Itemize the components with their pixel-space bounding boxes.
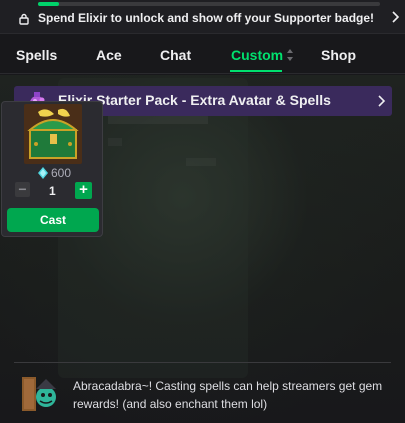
background-decoration [108, 138, 122, 146]
active-tab-indicator [230, 70, 282, 72]
supporter-progress-bar [38, 2, 380, 6]
footer-divider [14, 362, 391, 363]
tab-bar: Spells Ace Chat Custom Shop [0, 40, 405, 74]
sort-icon[interactable] [286, 48, 294, 62]
quantity-value: 1 [49, 184, 56, 198]
footer-message: Abracadabra~! Casting spells can help st… [73, 379, 383, 411]
tab-spells[interactable]: Spells [16, 47, 57, 63]
spell-item-card: 600 − 1 + Cast [1, 101, 103, 237]
background-decoration [108, 116, 208, 124]
tab-shop[interactable]: Shop [321, 47, 356, 63]
banner-text: Spend Elixir to unlock and show off your… [38, 11, 375, 25]
gem-icon [38, 167, 48, 179]
tab-chat[interactable]: Chat [160, 47, 191, 63]
quantity-decrease-button[interactable]: − [15, 182, 30, 197]
item-price: 600 [51, 166, 72, 180]
chevron-right-icon[interactable] [376, 94, 386, 108]
quantity-increase-button[interactable]: + [75, 182, 92, 199]
tab-custom[interactable]: Custom [231, 47, 283, 63]
supporter-banner[interactable]: Spend Elixir to unlock and show off your… [0, 0, 405, 34]
wizard-mascot-icon [22, 377, 56, 411]
chevron-right-icon[interactable] [389, 9, 401, 25]
background-decoration [186, 158, 216, 166]
treasure-chest-icon [24, 104, 82, 164]
lock-icon [19, 13, 29, 25]
supporter-progress-fill [38, 2, 59, 6]
cast-button[interactable]: Cast [7, 208, 99, 232]
tab-ace[interactable]: Ace [96, 47, 122, 63]
